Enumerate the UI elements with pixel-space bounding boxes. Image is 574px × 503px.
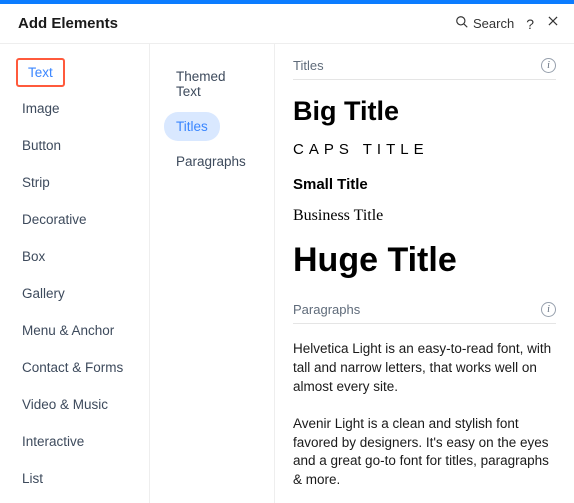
search-button[interactable]: Search <box>455 15 514 32</box>
titles-section-header: Titles i <box>293 58 556 80</box>
title-preset-caps[interactable]: CAPS TITLE <box>293 141 556 158</box>
category-item-button[interactable]: Button <box>16 130 67 161</box>
category-item-contact-forms[interactable]: Contact & Forms <box>16 352 129 383</box>
category-item-interactive[interactable]: Interactive <box>16 426 90 457</box>
category-item-menu-anchor[interactable]: Menu & Anchor <box>16 315 120 346</box>
category-item-box[interactable]: Box <box>16 241 51 272</box>
subcategory-item-themed-text[interactable]: Themed Text <box>164 62 264 106</box>
paragraph-preset-avenir[interactable]: Avenir Light is a clean and stylish font… <box>293 415 556 491</box>
subcategory-list: Themed Text Titles Paragraphs <box>150 44 275 503</box>
panel-header: Add Elements Search ? <box>0 4 574 44</box>
subcategory-item-titles[interactable]: Titles <box>164 112 220 141</box>
preview-column: Titles i Big Title CAPS TITLE Small Titl… <box>275 44 574 503</box>
category-item-decorative[interactable]: Decorative <box>16 204 93 235</box>
search-label: Search <box>473 16 514 31</box>
category-item-list[interactable]: List <box>16 463 49 494</box>
info-icon[interactable]: i <box>541 302 556 317</box>
help-button[interactable]: ? <box>526 16 534 32</box>
category-item-image[interactable]: Image <box>16 93 66 124</box>
panel-title: Add Elements <box>18 15 455 32</box>
search-icon <box>455 15 469 32</box>
subcategory-item-paragraphs[interactable]: Paragraphs <box>164 147 258 176</box>
panel-columns: Text Image Button Strip Decorative Box G… <box>0 44 574 503</box>
category-item-video-music[interactable]: Video & Music <box>16 389 114 420</box>
category-item-strip[interactable]: Strip <box>16 167 56 198</box>
close-icon <box>546 14 560 33</box>
category-item-gallery[interactable]: Gallery <box>16 278 71 309</box>
title-preset-business[interactable]: Business Title <box>293 207 556 225</box>
title-preset-small[interactable]: Small Title <box>293 176 556 193</box>
header-actions: Search ? <box>455 14 560 33</box>
title-preset-huge[interactable]: Huge Title <box>293 241 556 280</box>
paragraphs-section-header: Paragraphs i <box>293 302 556 324</box>
info-icon[interactable]: i <box>541 58 556 73</box>
close-button[interactable] <box>546 14 560 33</box>
category-list: Text Image Button Strip Decorative Box G… <box>0 44 150 503</box>
add-elements-panel: Add Elements Search ? Text Image Button … <box>0 4 574 503</box>
paragraphs-section-label: Paragraphs <box>293 302 360 317</box>
title-preset-big[interactable]: Big Title <box>293 96 556 127</box>
paragraph-preset-helvetica[interactable]: Helvetica Light is an easy-to-read font,… <box>293 340 556 397</box>
category-item-text[interactable]: Text <box>16 58 65 87</box>
titles-section-label: Titles <box>293 58 324 73</box>
